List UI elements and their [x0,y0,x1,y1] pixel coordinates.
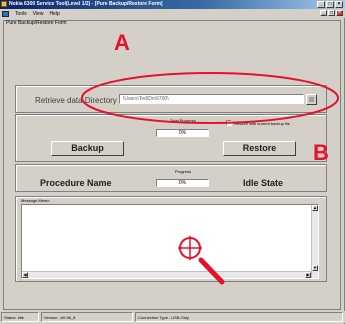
magnifier-crosshair-icon [178,236,225,285]
service-tool-window: Nokia 6300 Service Tool(Level 1/2) - [Pu… [0,0,345,324]
